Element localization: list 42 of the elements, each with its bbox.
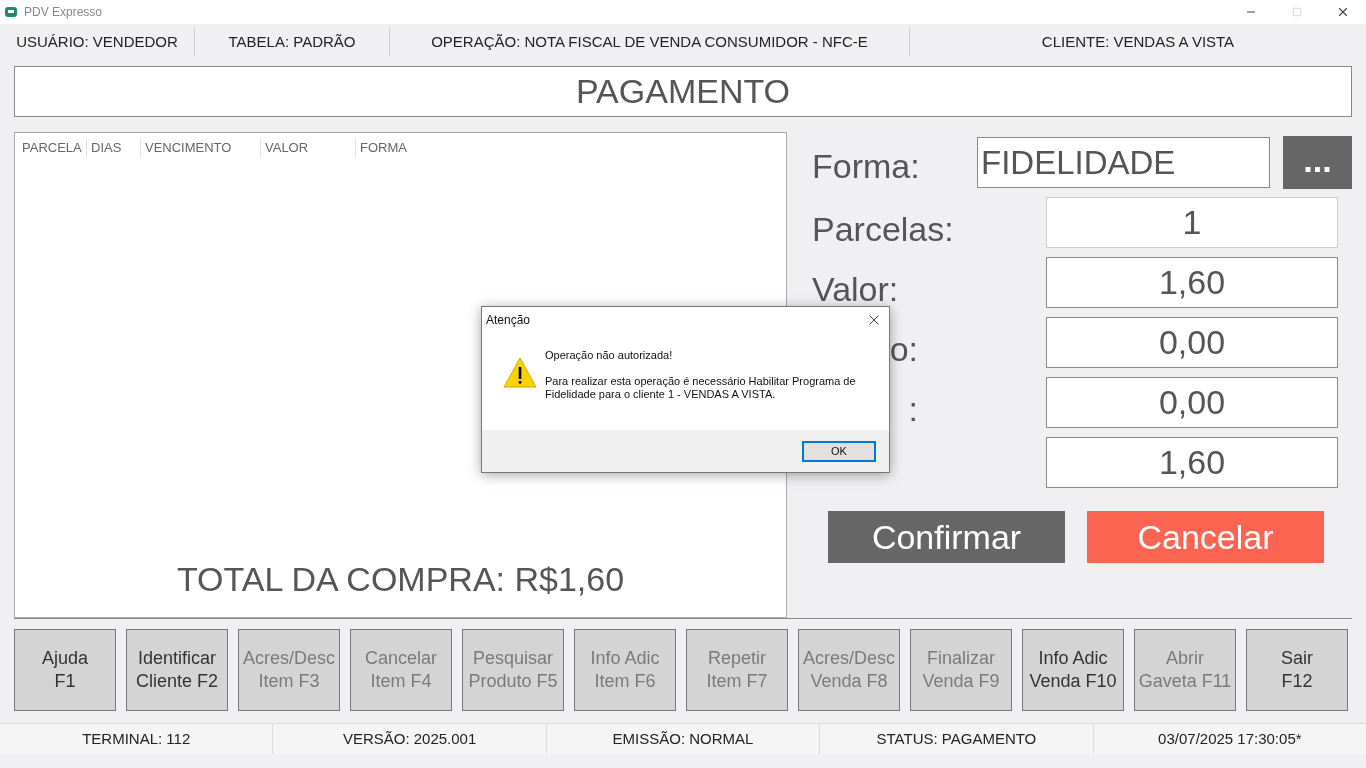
column-header: VALOR xyxy=(265,139,309,158)
field-label: Forma: xyxy=(812,146,920,185)
value-field[interactable]: 0,00 xyxy=(1046,316,1338,368)
dialog-message: Para realizar esta operação é necessário Habilitar Programa de Fidelidade para o cliente 1 - VENDAS A VISTA. xyxy=(545,375,857,401)
value-field[interactable]: 0,00 xyxy=(1046,376,1338,428)
field-label: Parcelas: xyxy=(812,212,954,246)
ok-button[interactable]: OK xyxy=(802,440,876,462)
field-label: Valor: xyxy=(812,272,899,306)
maximize-icon xyxy=(1292,7,1302,17)
dialog-title: Atenção xyxy=(486,312,531,329)
value-field[interactable]: 1,60 xyxy=(1046,256,1338,308)
heading: PAGAMENTO xyxy=(575,71,791,112)
function-key-button[interactable]: Sair F12 xyxy=(1246,629,1348,711)
value-field[interactable]: 1 xyxy=(1046,196,1338,248)
app-logo-icon xyxy=(4,5,18,19)
status-label: EMISSÃO: NORMAL xyxy=(612,728,754,749)
confirm-button[interactable]: Confirmar xyxy=(828,511,1065,563)
browse-button[interactable]: ... xyxy=(1283,136,1352,189)
info-label: OPERAÇÃO: NOTA FISCAL DE VENDA CONSUMIDOR - NFC-E xyxy=(431,31,868,52)
status-label: STATUS: PAGAMENTO xyxy=(876,728,1037,749)
window-title: PDV Expresso xyxy=(24,4,103,21)
info-label: TABELA: PADRÃO xyxy=(228,31,356,52)
warning-icon xyxy=(503,357,537,388)
column-header: PARCELA xyxy=(22,139,82,158)
function-key-button[interactable]: Ajuda F1 xyxy=(14,629,116,711)
status-label: VERSÃO: 2025.001 xyxy=(342,728,477,749)
column-header: VENCIMENTO xyxy=(145,139,232,158)
close-icon xyxy=(1336,5,1350,19)
payment-method-field[interactable]: FIDELIDADE xyxy=(977,137,1270,188)
status-label: 03/07/2025 17:30:05* xyxy=(1158,728,1302,749)
column-header: DIAS xyxy=(91,139,122,158)
status-label: TERMINAL: 112 xyxy=(82,728,191,749)
info-label: USUÁRIO: VENDEDOR xyxy=(16,31,178,52)
purchase-total: TOTAL DA COMPRA: R$1,60 xyxy=(176,559,625,600)
dialog-heading: Operação não autorizada! xyxy=(545,349,674,362)
function-key-button[interactable]: Identificar Cliente F2 xyxy=(126,629,228,711)
field-label: o: xyxy=(889,332,918,366)
value-field[interactable]: 1,60 xyxy=(1046,436,1338,488)
field-label: : xyxy=(908,392,918,426)
column-header: FORMA xyxy=(360,139,407,158)
function-key-button[interactable]: Info Adic Venda F10 xyxy=(1022,629,1124,711)
info-label: CLIENTE: VENDAS A VISTA xyxy=(1041,31,1235,52)
